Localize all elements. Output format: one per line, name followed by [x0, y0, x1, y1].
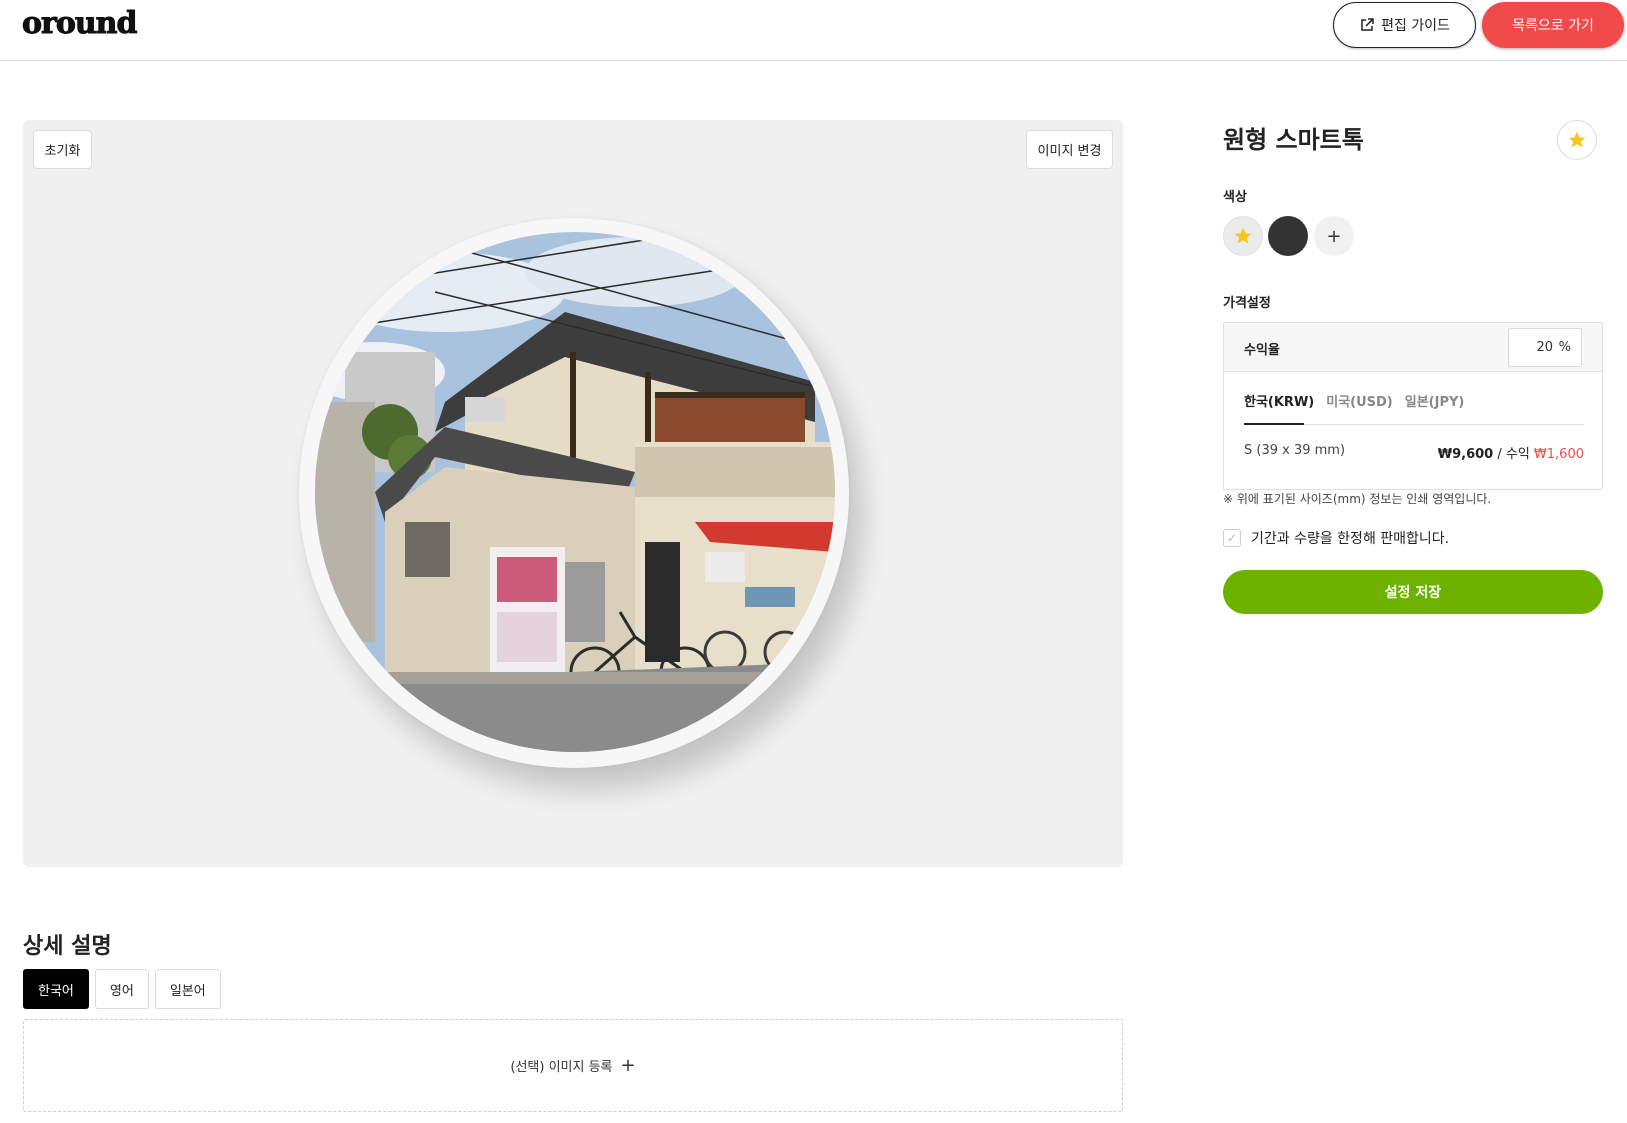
- price-settings-label: 가격설정: [1223, 296, 1271, 311]
- tab-krw[interactable]: 한국(KRW): [1244, 391, 1314, 410]
- margin-input[interactable]: 20 %: [1508, 328, 1582, 367]
- color-label: 색상: [1223, 190, 1247, 205]
- star-icon: [1568, 131, 1586, 148]
- price-info: ₩9,600 / 수익 ₩1,600: [1438, 443, 1584, 462]
- reset-button[interactable]: 초기화: [33, 130, 92, 169]
- margin-value: 20: [1536, 340, 1553, 355]
- tab-jpy[interactable]: 일본(JPY): [1405, 391, 1465, 410]
- smart-tok-preview: [299, 218, 849, 768]
- margin-row: 수익율 20 %: [1224, 323, 1602, 372]
- image-upload-dropzone[interactable]: (선택) 이미지 등록 +: [23, 1019, 1123, 1112]
- edit-guide-label: 편집 가이드: [1381, 18, 1450, 34]
- back-to-list-button[interactable]: 목록으로 가기: [1482, 2, 1624, 48]
- print-area-note: ※ 위에 표기된 사이즈(mm) 정보는 인쇄 영역입니다.: [1223, 492, 1492, 506]
- oround-logo[interactable]: oround: [21, 6, 137, 42]
- profit-amount: ₩1,600: [1533, 447, 1584, 462]
- change-image-button[interactable]: 이미지 변경: [1026, 130, 1113, 169]
- tab-japanese[interactable]: 일본어: [154, 969, 221, 1009]
- size-label: S (39 x 39 mm): [1244, 443, 1346, 458]
- limited-sale-row: ✓ 기간과 수량을 한정해 판매합니다.: [1223, 528, 1449, 548]
- profit-prefix: / 수익: [1493, 447, 1534, 462]
- sale-price: ₩9,600: [1437, 447, 1494, 462]
- save-settings-button[interactable]: 설정 저장: [1223, 570, 1603, 614]
- add-color-button[interactable]: +: [1314, 216, 1354, 256]
- margin-label: 수익율: [1244, 343, 1280, 358]
- limited-sale-checkbox[interactable]: ✓: [1223, 529, 1241, 547]
- logo-text: oround: [21, 6, 137, 42]
- top-header: oround 편집 가이드 목록으로 가기: [0, 0, 1627, 61]
- description-title: 상세 설명: [23, 934, 112, 959]
- currency-tabs: 한국(KRW) 미국(USD) 일본(JPY): [1244, 391, 1464, 410]
- product-editor-canvas: 초기화 이미지 변경: [23, 120, 1123, 867]
- color-swatch-black[interactable]: [1268, 216, 1308, 256]
- external-link-icon: [1361, 18, 1374, 31]
- product-title: 원형 스마트톡: [1223, 126, 1364, 154]
- tab-korean[interactable]: 한국어: [23, 969, 89, 1009]
- color-swatch-selected[interactable]: [1223, 216, 1263, 256]
- edit-guide-button[interactable]: 편집 가이드: [1333, 2, 1476, 48]
- street-building-photo: [315, 232, 835, 752]
- star-icon: [1234, 227, 1252, 244]
- tab-active-indicator: [1244, 423, 1304, 425]
- tab-english[interactable]: 영어: [94, 969, 149, 1009]
- plus-icon: +: [620, 1055, 636, 1076]
- uploaded-photo[interactable]: [315, 232, 835, 752]
- margin-unit: %: [1558, 340, 1571, 355]
- tab-usd[interactable]: 미국(USD): [1326, 391, 1393, 410]
- favorite-button[interactable]: [1557, 120, 1597, 160]
- limited-sale-label: 기간과 수량을 한정해 판매합니다.: [1251, 531, 1450, 547]
- upload-label: (선택) 이미지 등록: [510, 1060, 613, 1075]
- language-tabs: 한국어 영어 일본어: [23, 969, 221, 1009]
- price-settings-box: 수익율 20 % 한국(KRW) 미국(USD) 일본(JPY) S (39 x…: [1223, 322, 1603, 490]
